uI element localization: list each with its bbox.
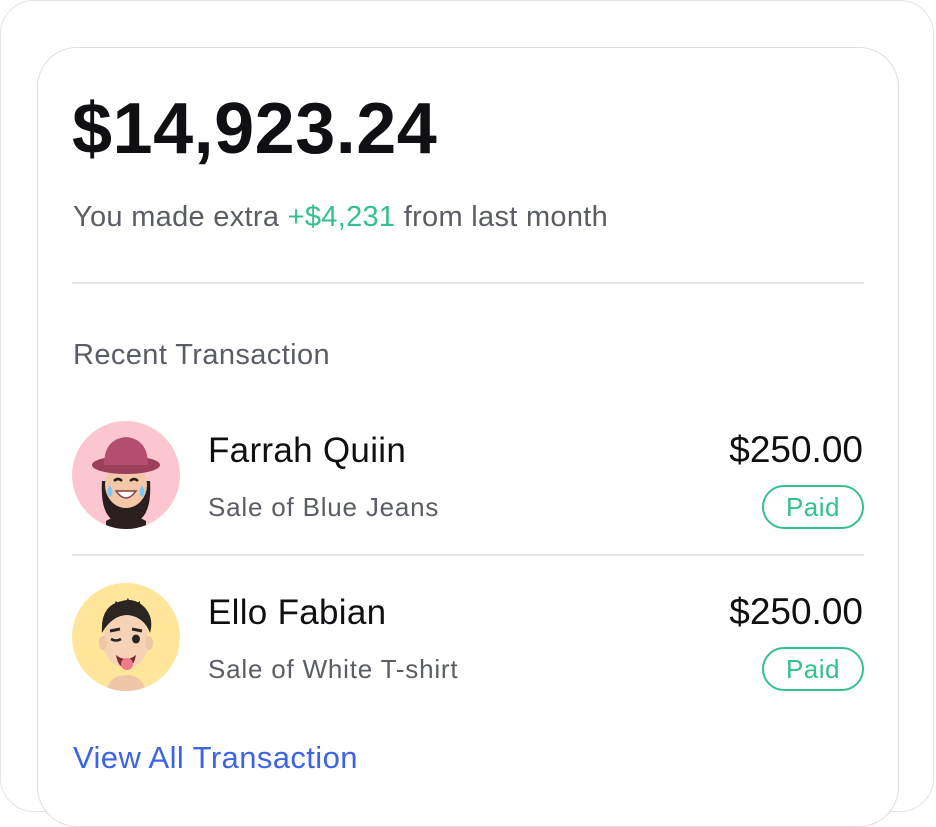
- transaction-description: Sale of Blue Jeans: [208, 492, 440, 522]
- view-all-transactions-link[interactable]: View All Transaction: [73, 738, 358, 778]
- summary-divider: [72, 282, 864, 284]
- extra-amount: +$4,231: [287, 201, 396, 233]
- memoji-crying-laughing-icon: [72, 421, 180, 529]
- memoji-winking-icon: [72, 583, 180, 691]
- avatar-farrah-quiin: [72, 421, 180, 529]
- balance-change-text: You made extra +$4,231 from last month: [73, 198, 608, 236]
- transaction-amount: $250.00: [729, 591, 863, 632]
- transaction-divider: [72, 554, 864, 556]
- status-badge: Paid: [761, 647, 864, 691]
- recent-transaction-title: Recent Transaction: [73, 339, 331, 371]
- subtitle-suffix: from last month: [395, 201, 609, 233]
- total-balance: $14,923.24: [72, 89, 438, 169]
- transaction-amount: $250.00: [729, 429, 863, 470]
- transaction-name: Farrah Quiin: [208, 431, 407, 470]
- transaction-description: Sale of White T-shirt: [208, 654, 459, 684]
- transaction-name: Ello Fabian: [208, 593, 387, 632]
- status-badge: Paid: [761, 485, 864, 529]
- avatar-ello-fabian: [72, 583, 180, 691]
- subtitle-prefix: You made extra: [73, 201, 288, 233]
